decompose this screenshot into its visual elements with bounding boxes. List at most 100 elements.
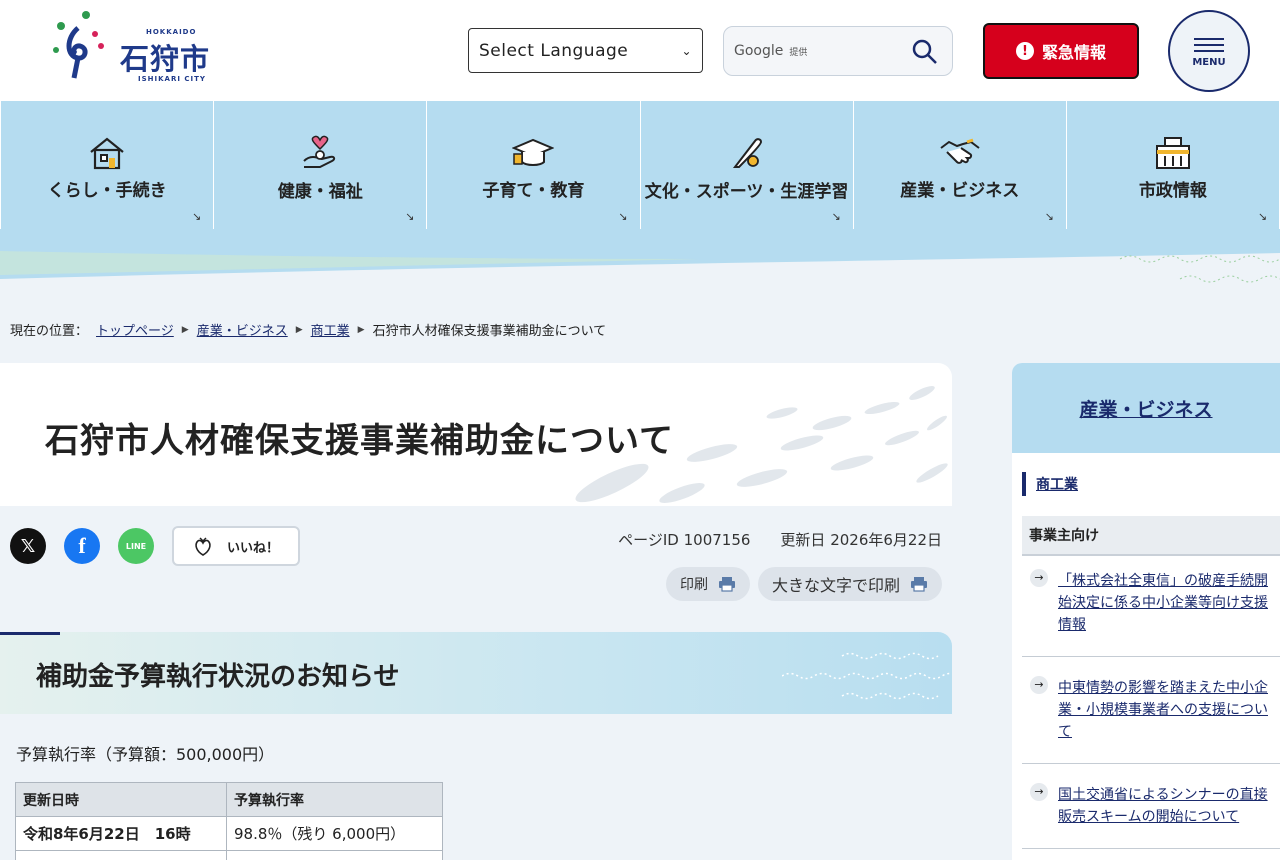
breadcrumb-separator-icon: ▶ bbox=[181, 324, 189, 335]
budget-table: 更新日時 予算執行率 令和8年6月22日 16時 98.8％（残り 6,000円… bbox=[15, 782, 443, 860]
table-header: 更新日時 bbox=[15, 782, 227, 817]
breadcrumb: 現在の位置： トップページ ▶ 産業・ビジネス ▶ 商工業 ▶ 石狩市人材確保支… bbox=[10, 320, 606, 339]
alert-icon: ! bbox=[1015, 42, 1034, 60]
breadcrumb-link-top[interactable]: トップページ bbox=[96, 320, 174, 339]
language-select[interactable]: Select Language ⌄ bbox=[468, 28, 703, 73]
search-brand: Google bbox=[734, 43, 784, 59]
search-input[interactable]: Google 提供 bbox=[723, 26, 953, 76]
nav-item-industry-business[interactable]: 産業・ビジネス ↘ bbox=[854, 101, 1067, 229]
table-row bbox=[15, 850, 443, 860]
nav-item-label: 市政情報 bbox=[1138, 180, 1207, 201]
corner-arrow-icon: ↘ bbox=[191, 210, 202, 223]
search-provided-label: 提供 bbox=[789, 47, 808, 58]
table-header: 予算執行率 bbox=[226, 782, 443, 817]
nav-item-label: くらし・手続き bbox=[47, 180, 167, 201]
sports-bat-icon bbox=[732, 137, 762, 168]
section-heading: 補助金予算執行状況のお知らせ bbox=[36, 662, 400, 692]
print-actions: 印刷 大きな文字で印刷 bbox=[665, 567, 942, 601]
facebook-share-icon[interactable]: f bbox=[64, 528, 100, 564]
heart-hand-icon bbox=[303, 135, 336, 168]
print-button[interactable]: 印刷 bbox=[665, 567, 750, 601]
arrow-right-icon: → bbox=[1030, 676, 1048, 694]
nav-item-label: 文化・スポーツ・生涯学習 bbox=[644, 181, 849, 202]
nav-item-living[interactable]: くらし・手続き ↘ bbox=[0, 101, 215, 229]
sidebar-subcategory: 商工業 bbox=[1022, 472, 1078, 496]
arrow-right-icon: → bbox=[1030, 783, 1048, 801]
emergency-label: 緊急情報 bbox=[1041, 43, 1106, 62]
logo-city-name: 石狩市 bbox=[120, 42, 211, 76]
sidebar-heading-link[interactable]: 産業・ビジネス bbox=[1079, 395, 1212, 422]
sidebar-link[interactable]: 「株式会社全東信」の破産手続開始決定に係る中小企業等向け支援情報 bbox=[1058, 573, 1268, 633]
page-title-card: 石狩市人材確保支援事業補助金について bbox=[0, 363, 952, 506]
search-icon[interactable] bbox=[912, 39, 938, 65]
sidebar-link-list: → 「株式会社全東信」の破産手続開始決定に係る中小企業等向け支援情報 → 中東情… bbox=[1022, 556, 1280, 849]
emergency-info-button[interactable]: ! 緊急情報 bbox=[983, 23, 1139, 79]
table-cell-date bbox=[15, 850, 227, 860]
sidebar-link[interactable]: 中東情勢の影響を踏まえた中小企業・小規模事業者への支援について bbox=[1058, 680, 1268, 740]
corner-arrow-icon: ↘ bbox=[405, 210, 415, 223]
page-id: ページID 1007156 bbox=[618, 531, 751, 549]
table-header-row: 更新日時 予算執行率 bbox=[15, 782, 443, 817]
menu-label: MENU bbox=[1192, 57, 1226, 68]
city-emblem-icon bbox=[53, 11, 104, 79]
print-label: 印刷 bbox=[679, 577, 708, 593]
table-cell-rate bbox=[226, 850, 443, 860]
sidebar-subcategory-link[interactable]: 商工業 bbox=[1036, 474, 1078, 494]
like-button[interactable]: いいね！ bbox=[172, 526, 300, 566]
print-large-label: 大きな文字で印刷 bbox=[771, 576, 900, 595]
chevron-down-icon: ⌄ bbox=[681, 43, 692, 58]
sidebar-header: 産業・ビジネス bbox=[1012, 363, 1280, 453]
table-cell-date: 令和8年6月22日 16時 bbox=[15, 816, 227, 851]
breadcrumb-prefix: 現在の位置： bbox=[10, 324, 89, 339]
menu-button[interactable]: MENU bbox=[1168, 10, 1250, 92]
corner-arrow-icon: ↘ bbox=[1044, 210, 1054, 223]
page-meta: ページID 1007156 更新日 2026年6月22日 bbox=[618, 529, 942, 550]
breadcrumb-separator-icon: ▶ bbox=[295, 324, 303, 335]
nav-item-childcare[interactable]: 子育て・教育 ↘ bbox=[427, 101, 641, 229]
hamburger-icon bbox=[1194, 34, 1224, 56]
global-nav: くらし・手続き ↘ 健康・福祉 ↘ 子育て・教育 ↘ 文化・スポーツ・生涯学習 … bbox=[0, 101, 1280, 229]
corner-arrow-icon: ↘ bbox=[618, 210, 628, 223]
budget-description: 予算執行率（予算額：500,000円） bbox=[16, 745, 275, 764]
nav-item-culture-sports[interactable]: 文化・スポーツ・生涯学習 ↘ bbox=[641, 101, 854, 229]
x-share-icon[interactable]: 𝕏 bbox=[10, 528, 46, 564]
table-row: 令和8年6月22日 16時 98.8％（残り 6,000円） bbox=[15, 816, 443, 851]
table-cell-rate: 98.8％（残り 6,000円） bbox=[226, 816, 443, 851]
section-heading-block: 補助金予算執行状況のお知らせ bbox=[0, 632, 952, 714]
like-label: いいね！ bbox=[226, 540, 279, 556]
list-item: → 「株式会社全東信」の破産手続開始決定に係る中小企業等向け支援情報 bbox=[1022, 556, 1280, 657]
graduation-cap-icon bbox=[512, 138, 555, 166]
breadcrumb-separator-icon: ▶ bbox=[357, 324, 365, 335]
printer-icon bbox=[911, 577, 927, 592]
sidebar: 産業・ビジネス 商工業 事業主向け → 「株式会社全東信」の破産手続開始決定に係… bbox=[1012, 363, 1280, 860]
house-icon bbox=[90, 137, 124, 169]
logo-prefecture: HOKKAIDO bbox=[146, 28, 197, 36]
logo-city-name-en: ISHIKARI CITY bbox=[138, 75, 206, 83]
decorative-wave bbox=[0, 229, 1280, 283]
corner-arrow-icon: ↘ bbox=[831, 210, 841, 223]
sidebar-category: 事業主向け bbox=[1022, 516, 1280, 556]
language-select-value: Select Language bbox=[479, 40, 629, 61]
arrow-right-icon: → bbox=[1030, 569, 1048, 587]
print-large-button[interactable]: 大きな文字で印刷 bbox=[757, 567, 942, 601]
line-share-icon[interactable]: LINE bbox=[118, 528, 154, 564]
salmon-like-icon bbox=[195, 537, 211, 556]
page-title: 石狩市人材確保支援事業補助金について bbox=[45, 421, 674, 461]
site-header: HOKKAIDO 石狩市 ISHIKARI CITY Select Langua… bbox=[0, 0, 1280, 101]
site-logo[interactable]: HOKKAIDO 石狩市 ISHIKARI CITY bbox=[48, 8, 218, 88]
decorative-wave-dots bbox=[782, 652, 952, 700]
social-share-bar: 𝕏 f LINE いいね！ bbox=[10, 526, 300, 566]
nav-item-health[interactable]: 健康・福祉 ↘ bbox=[214, 101, 428, 229]
nav-item-city-admin[interactable]: 市政情報 ↘ bbox=[1067, 101, 1280, 229]
list-item: → 中東情勢の影響を踏まえた中小企業・小規模事業者への支援について bbox=[1022, 657, 1280, 764]
city-hall-icon bbox=[1155, 136, 1190, 169]
nav-item-label: 健康・福祉 bbox=[277, 181, 363, 202]
list-item: → 国土交通省によるシンナーの直接販売スキームの開始について bbox=[1022, 764, 1280, 849]
breadcrumb-link-commerce[interactable]: 商工業 bbox=[311, 320, 350, 339]
corner-arrow-icon: ↘ bbox=[1257, 210, 1268, 223]
handshake-icon bbox=[940, 138, 980, 164]
breadcrumb-link-industry[interactable]: 産業・ビジネス bbox=[197, 320, 288, 339]
updated-date: 更新日 2026年6月22日 bbox=[780, 531, 942, 549]
sidebar-link[interactable]: 国土交通省によるシンナーの直接販売スキームの開始について bbox=[1058, 787, 1268, 825]
breadcrumb-current: 石狩市人材確保支援事業補助金について bbox=[372, 324, 607, 339]
